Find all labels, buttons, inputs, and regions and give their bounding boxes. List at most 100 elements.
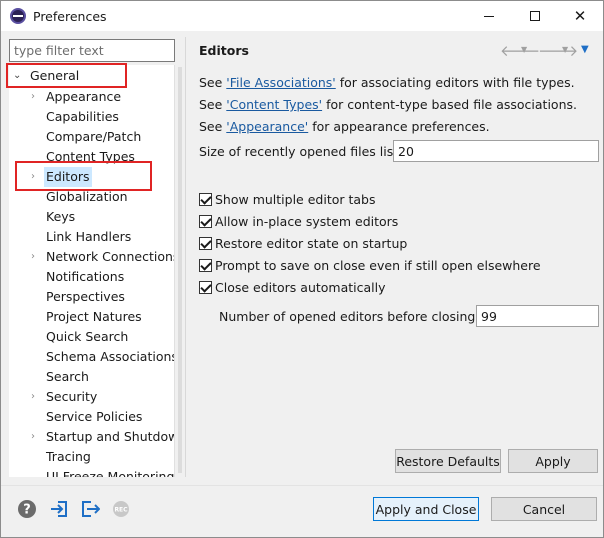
footer-separator: [1, 485, 603, 486]
preferences-window: Preferences ✕ ⌄ General › Appearance Cap…: [0, 0, 604, 538]
cancel-button[interactable]: Cancel: [491, 497, 597, 521]
info-suffix: for associating editors with file types.: [335, 75, 575, 90]
record-icon[interactable]: REC: [111, 499, 131, 519]
tree-item-project-natures[interactable]: Project Natures: [9, 307, 174, 327]
checkbox-restore-state[interactable]: Restore editor state on startup: [199, 234, 407, 252]
opened-editors-input[interactable]: [476, 305, 599, 327]
tree-item-label: Schema Associations: [46, 349, 175, 364]
filter-input[interactable]: [9, 39, 175, 62]
checkbox-label: Allow in-place system editors: [215, 213, 399, 229]
info-appearance: See 'Appearance' for appearance preferen…: [199, 119, 490, 134]
tree-item-label: Security: [46, 389, 98, 404]
info-suffix: for content-type based file associations…: [322, 97, 577, 112]
restore-defaults-button[interactable]: Restore Defaults: [395, 449, 501, 473]
opened-editors-label: Number of opened editors before closing:: [219, 309, 480, 324]
export-icon[interactable]: [80, 499, 100, 519]
checkbox-close-automatically[interactable]: Close editors automatically: [199, 278, 386, 296]
apply-and-close-button[interactable]: Apply and Close: [373, 497, 479, 521]
checkbox-checked-icon[interactable]: [199, 280, 212, 294]
highlight-box-general: [6, 63, 127, 88]
import-icon[interactable]: [49, 499, 69, 519]
info-prefix: See: [199, 97, 227, 112]
tree-item-security[interactable]: › Security: [9, 387, 174, 407]
svg-text:?: ?: [23, 503, 31, 518]
checkbox-checked-icon[interactable]: [199, 236, 212, 250]
chevron-right-icon[interactable]: ›: [31, 387, 41, 407]
window-title: Preferences: [33, 9, 107, 24]
page-title: Editors: [199, 43, 249, 58]
checkbox-label: Show multiple editor tabs: [215, 191, 376, 207]
tree-item-label: Network Connections: [46, 249, 175, 264]
checkbox-prompt-to-save[interactable]: Prompt to save on close even if still op…: [199, 256, 541, 274]
tree-item-perspectives[interactable]: Perspectives: [9, 287, 174, 307]
checkbox-checked-icon[interactable]: [199, 258, 212, 272]
tree-item-appearance[interactable]: › Appearance: [9, 87, 174, 107]
recent-files-input[interactable]: [393, 140, 599, 162]
tree-item-schema-associations[interactable]: Schema Associations: [9, 347, 175, 367]
tree-item-network-connections[interactable]: › Network Connections: [9, 247, 175, 267]
tree-scrollbar-thumb[interactable]: [178, 67, 182, 473]
tree-item-label: Startup and Shutdown: [46, 429, 175, 444]
tree-item-label: Search: [46, 369, 89, 384]
tree-item-service-policies[interactable]: Service Policies: [9, 407, 174, 427]
tree-item-tracing[interactable]: Tracing: [9, 447, 174, 467]
recent-files-label: Size of recently opened files list:: [199, 144, 403, 159]
forward-arrow-icon[interactable]: 🡒: [538, 41, 578, 60]
tree-item-keys[interactable]: Keys: [9, 207, 174, 227]
highlight-box-editors: [15, 161, 152, 191]
tree-item-ui-freeze-monitoring[interactable]: UI Freeze Monitoring: [9, 467, 175, 477]
checkbox-allow-in-place[interactable]: Allow in-place system editors: [199, 212, 398, 230]
info-prefix: See: [199, 119, 227, 134]
eclipse-app-icon: [10, 8, 26, 24]
content-types-link[interactable]: 'Content Types': [226, 97, 322, 112]
close-button[interactable]: ✕: [557, 1, 603, 31]
chevron-right-icon[interactable]: ›: [31, 247, 41, 267]
tree-item-label: Capabilities: [46, 109, 119, 124]
tree-item-startup-shutdown[interactable]: › Startup and Shutdown: [9, 427, 175, 447]
tree-item-compare-patch[interactable]: Compare/Patch: [9, 127, 174, 147]
tree-item-label: UI Freeze Monitoring: [46, 469, 175, 477]
appearance-link[interactable]: 'Appearance': [226, 119, 308, 134]
checkbox-checked-icon[interactable]: [199, 214, 212, 228]
minimize-button[interactable]: [466, 1, 512, 31]
apply-button[interactable]: Apply: [508, 449, 598, 473]
checkbox-label: Restore editor state on startup: [215, 235, 408, 251]
maximize-button[interactable]: [512, 1, 558, 31]
tree-item-label: Quick Search: [46, 329, 129, 344]
forward-dropdown-icon[interactable]: ▼: [562, 45, 568, 54]
tree-item-search[interactable]: Search: [9, 367, 174, 387]
tree-item-label: Service Policies: [46, 409, 143, 424]
info-content-types: See 'Content Types' for content-type bas…: [199, 97, 577, 112]
preferences-tree[interactable]: ⌄ General › Appearance Capabilities Comp…: [9, 65, 175, 477]
minimize-icon: [484, 15, 494, 17]
maximize-icon: [530, 11, 540, 21]
tree-item-link-handlers[interactable]: Link Handlers: [9, 227, 174, 247]
tree-item-label: Keys: [46, 209, 76, 224]
info-file-associations: See 'File Associations' for associating …: [199, 75, 575, 90]
help-icon[interactable]: ?: [17, 499, 37, 519]
checkbox-checked-icon[interactable]: [199, 192, 212, 206]
checkbox-label: Prompt to save on close even if still op…: [215, 257, 541, 273]
panel-sash[interactable]: [185, 37, 186, 477]
tree-item-label: Project Natures: [46, 309, 142, 324]
tree-item-quick-search[interactable]: Quick Search: [9, 327, 174, 347]
title-bar: Preferences ✕: [1, 1, 603, 31]
view-menu-icon[interactable]: ▼: [581, 44, 589, 55]
tree-item-label: Tracing: [46, 449, 91, 464]
chevron-right-icon[interactable]: ›: [31, 427, 41, 447]
tree-item-label: Link Handlers: [46, 229, 132, 244]
file-associations-link[interactable]: 'File Associations': [226, 75, 335, 90]
back-dropdown-icon[interactable]: ▼: [521, 45, 527, 54]
tree-scrollbar[interactable]: [175, 65, 185, 477]
chevron-right-icon[interactable]: ›: [31, 87, 41, 107]
tree-item-capabilities[interactable]: Capabilities: [9, 107, 174, 127]
info-prefix: See: [199, 75, 227, 90]
checkbox-show-multiple-tabs[interactable]: Show multiple editor tabs: [199, 190, 376, 208]
tree-item-label: Perspectives: [46, 289, 125, 304]
close-icon: ✕: [573, 6, 587, 25]
tree-item-notifications[interactable]: Notifications: [9, 267, 174, 287]
checkbox-label: Close editors automatically: [215, 279, 386, 295]
tree-item-label: Compare/Patch: [46, 129, 142, 144]
info-suffix: for appearance preferences.: [308, 119, 490, 134]
tree-item-label: Appearance: [46, 89, 122, 104]
